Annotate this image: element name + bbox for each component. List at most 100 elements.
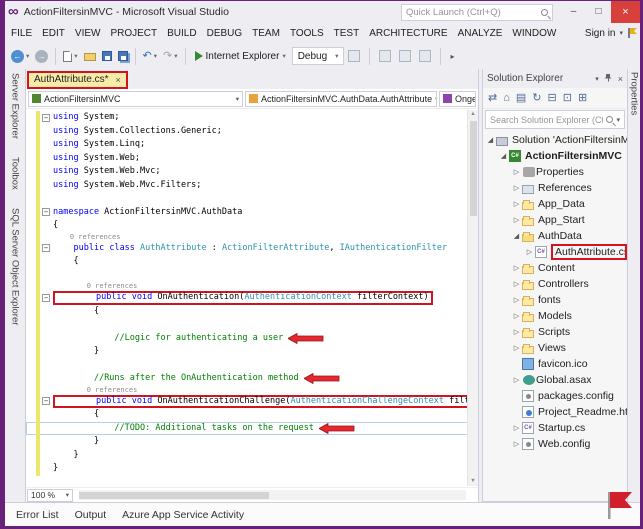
tree-item[interactable]: ▷Scripts: [483, 324, 627, 340]
maximize-button[interactable]: □: [586, 1, 611, 23]
panel-tab-error-list[interactable]: Error List: [9, 503, 66, 526]
type-dropdown[interactable]: ActionFiltersinMVC.AuthData.AuthAttribut…: [245, 91, 437, 107]
tab-properties[interactable]: Properties: [629, 72, 640, 115]
expand-icon[interactable]: ▷: [511, 424, 522, 432]
window-position-icon[interactable]: ▾: [595, 75, 599, 83]
solution-configuration-dropdown[interactable]: Debug ▾: [292, 47, 345, 65]
overflow-icon[interactable]: ▸: [448, 51, 456, 62]
tree-item[interactable]: ▷References: [483, 180, 627, 196]
fold-collapse-icon[interactable]: −: [42, 208, 50, 216]
back-icon[interactable]: ←▾: [9, 49, 31, 64]
zoom-dropdown[interactable]: 100 % ▾: [27, 489, 73, 502]
expand-icon[interactable]: ▷: [511, 296, 522, 304]
expand-icon[interactable]: ▷: [511, 312, 522, 320]
sync-active-document-icon[interactable]: ⇄: [488, 88, 497, 108]
close-icon[interactable]: ×: [618, 74, 623, 84]
chevron-down-icon[interactable]: ▾: [619, 29, 623, 37]
minimize-button[interactable]: –: [561, 1, 586, 23]
panel-tab-azure-app-service-activity[interactable]: Azure App Service Activity: [115, 503, 251, 526]
tree-item[interactable]: packages.config: [483, 388, 627, 404]
menu-test[interactable]: TEST: [329, 28, 365, 39]
sign-in-link[interactable]: Sign in: [585, 28, 616, 39]
tree-item[interactable]: ▷Global.asax: [483, 372, 627, 388]
code-editor[interactable]: −using System;using System.Collections.G…: [26, 109, 478, 487]
solution-explorer-header[interactable]: Solution Explorer ▾ ×: [483, 69, 627, 88]
tree-item[interactable]: ▷App_Start: [483, 212, 627, 228]
tab-toolbox[interactable]: Toolbox: [10, 157, 21, 190]
close-icon[interactable]: ×: [115, 75, 120, 85]
menu-architecture[interactable]: ARCHITECTURE: [364, 28, 452, 39]
find-icon[interactable]: [377, 49, 393, 63]
close-button[interactable]: ×: [611, 1, 640, 23]
expand-icon[interactable]: ▷: [511, 264, 522, 272]
tree-item[interactable]: ◢AuthData: [483, 228, 627, 244]
fold-collapse-icon[interactable]: −: [42, 244, 50, 252]
expand-icon[interactable]: ▷: [511, 168, 522, 176]
home-icon[interactable]: ⌂: [503, 88, 510, 108]
fold-collapse-icon[interactable]: −: [42, 294, 50, 302]
tree-item[interactable]: ▷Models: [483, 308, 627, 324]
notifications-flag-icon[interactable]: [627, 28, 635, 38]
scrollbar-thumb[interactable]: [79, 492, 269, 499]
comment-icon[interactable]: [417, 49, 433, 63]
tree-item[interactable]: ▷C#Startup.cs: [483, 420, 627, 436]
save-icon[interactable]: [100, 50, 114, 62]
project-dropdown[interactable]: ActionFiltersinMVC ▾: [28, 91, 243, 107]
scroll-down-icon[interactable]: ▼: [470, 477, 475, 486]
quick-launch-input[interactable]: Quick Launch (Ctrl+Q): [401, 4, 553, 21]
preview-icon[interactable]: [397, 49, 413, 63]
expand-icon[interactable]: ▷: [511, 200, 522, 208]
pin-icon[interactable]: [604, 73, 613, 84]
panel-tab-output[interactable]: Output: [68, 503, 114, 526]
fold-collapse-icon[interactable]: −: [42, 397, 50, 405]
tree-item[interactable]: ▷Content: [483, 260, 627, 276]
expand-icon[interactable]: ▷: [511, 328, 522, 336]
menu-tools[interactable]: TOOLS: [285, 28, 329, 39]
expand-icon[interactable]: ▷: [511, 344, 522, 352]
collapse-icon[interactable]: ◢: [485, 136, 496, 144]
forward-icon[interactable]: →: [33, 49, 50, 64]
menu-edit[interactable]: EDIT: [37, 28, 70, 39]
tree-item[interactable]: ▷C#AuthAttribute.cs: [483, 244, 627, 260]
preview-selected-icon[interactable]: ⊞: [578, 88, 587, 108]
tab-sql-server-object-explorer[interactable]: SQL Server Object Explorer: [10, 208, 21, 325]
tree-item[interactable]: Project_Readme.html: [483, 404, 627, 420]
tree-item[interactable]: ▷fonts: [483, 292, 627, 308]
member-dropdown[interactable]: OngeC ▾: [439, 91, 476, 107]
refresh-icon[interactable]: ↻: [532, 88, 541, 108]
menu-window[interactable]: WINDOW: [507, 28, 561, 39]
menu-project[interactable]: PROJECT: [105, 28, 162, 39]
collapse-icon[interactable]: ◢: [498, 152, 509, 160]
menu-file[interactable]: FILE: [6, 28, 37, 39]
expand-icon[interactable]: ▷: [511, 184, 522, 192]
solution-search-input[interactable]: Search Solution Explorer (Ctrl+;) ▾: [485, 110, 625, 129]
undo-icon[interactable]: ↶▾: [141, 49, 159, 64]
new-file-icon[interactable]: ▾: [61, 50, 79, 63]
tree-item[interactable]: ▷App_Data: [483, 196, 627, 212]
menu-build[interactable]: BUILD: [162, 28, 201, 39]
properties-icon[interactable]: ⊡: [563, 88, 572, 108]
vertical-scrollbar[interactable]: ▲ ▼: [467, 110, 478, 486]
tab-server-explorer[interactable]: Server Explorer: [10, 73, 21, 139]
menu-analyze[interactable]: ANALYZE: [453, 28, 508, 39]
show-all-files-icon[interactable]: ▤: [516, 88, 526, 108]
save-all-icon[interactable]: [116, 50, 130, 62]
expand-icon[interactable]: ▷: [511, 280, 522, 288]
tree-item[interactable]: ▷Controllers: [483, 276, 627, 292]
open-file-icon[interactable]: [82, 50, 98, 62]
menu-view[interactable]: VIEW: [70, 28, 106, 39]
horizontal-scrollbar[interactable]: [79, 490, 466, 500]
menu-team[interactable]: TEAM: [247, 28, 285, 39]
start-debug-button[interactable]: Internet Explorer ▾: [191, 46, 290, 66]
tree-item[interactable]: favicon.ico: [483, 356, 627, 372]
collapse-icon[interactable]: ◢: [511, 232, 522, 240]
scrollbar-thumb[interactable]: [470, 121, 477, 216]
expand-icon[interactable]: ▷: [511, 376, 522, 384]
tree-item[interactable]: ◢Solution 'ActionFiltersinMVC' (1 proj: [483, 132, 627, 148]
attach-icon[interactable]: [346, 49, 362, 63]
menu-debug[interactable]: DEBUG: [202, 28, 248, 39]
tree-item[interactable]: ◢C#ActionFiltersinMVC: [483, 148, 627, 164]
expand-icon[interactable]: ▷: [511, 216, 522, 224]
collapse-all-icon[interactable]: ⊟: [548, 88, 557, 108]
tab-authattribute-cs[interactable]: AuthAttribute.cs* ×: [29, 73, 126, 87]
